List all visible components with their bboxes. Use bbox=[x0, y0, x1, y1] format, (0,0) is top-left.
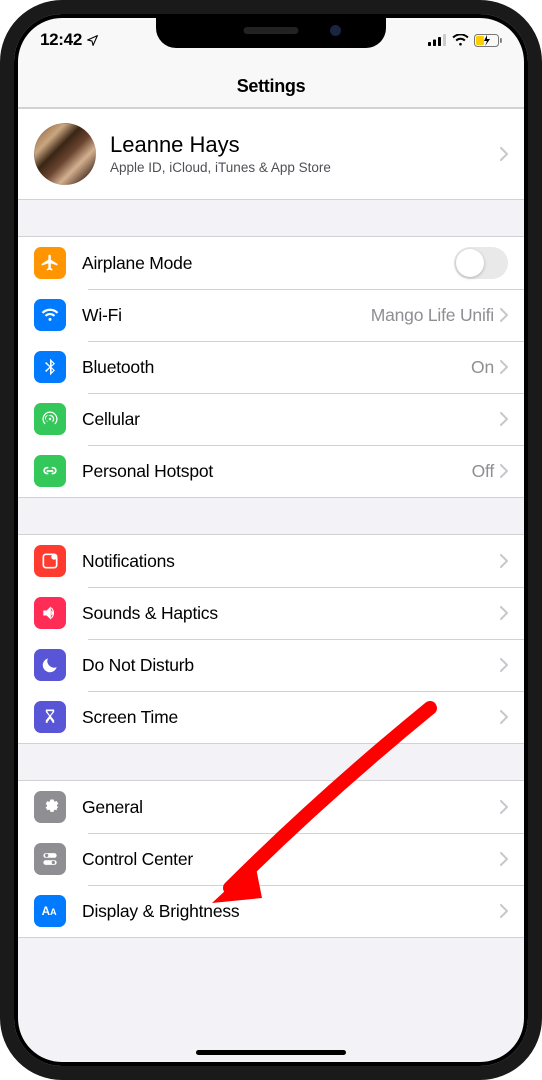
chevron-right-icon bbox=[500, 464, 508, 478]
dnd-label: Do Not Disturb bbox=[82, 655, 500, 676]
screentime-label: Screen Time bbox=[82, 707, 500, 728]
display-label: Display & Brightness bbox=[82, 901, 500, 922]
section-gap bbox=[18, 498, 524, 534]
volume-down-button bbox=[0, 320, 2, 395]
sounds-label: Sounds & Haptics bbox=[82, 603, 500, 624]
bluetooth-label: Bluetooth bbox=[82, 357, 471, 378]
hotspot-value: Off bbox=[472, 461, 494, 482]
sounds-icon bbox=[34, 597, 66, 629]
screen: 12:42 Settings Leanne Hays Apple ID, iCl… bbox=[18, 18, 524, 1062]
chevron-right-icon bbox=[500, 606, 508, 620]
airplane-icon bbox=[34, 247, 66, 279]
dnd-row[interactable]: Do Not Disturb bbox=[18, 639, 524, 691]
chevron-right-icon bbox=[500, 147, 508, 161]
notifications-group: Notifications Sounds & Haptics Do Not Di… bbox=[18, 534, 524, 744]
chevron-right-icon bbox=[500, 412, 508, 426]
hotspot-row[interactable]: Personal Hotspot Off bbox=[18, 445, 524, 497]
connectivity-group: Airplane Mode Wi-Fi Mango Life Unifi Blu… bbox=[18, 236, 524, 498]
chevron-right-icon bbox=[500, 852, 508, 866]
wifi-settings-icon bbox=[34, 299, 66, 331]
notch bbox=[156, 14, 386, 48]
general-label: General bbox=[82, 797, 500, 818]
notifications-label: Notifications bbox=[82, 551, 500, 572]
chevron-right-icon bbox=[500, 658, 508, 672]
chevron-right-icon bbox=[500, 904, 508, 918]
screentime-row[interactable]: Screen Time bbox=[18, 691, 524, 743]
hourglass-icon bbox=[34, 701, 66, 733]
bluetooth-icon bbox=[34, 351, 66, 383]
cellular-label: Cellular bbox=[82, 409, 500, 430]
general-row[interactable]: General bbox=[18, 781, 524, 833]
airplane-mode-row[interactable]: Airplane Mode bbox=[18, 237, 524, 289]
nav-header: Settings bbox=[18, 62, 524, 108]
wifi-value: Mango Life Unifi bbox=[371, 305, 494, 326]
silence-switch bbox=[0, 150, 2, 190]
cellular-icon bbox=[34, 403, 66, 435]
gear-icon bbox=[34, 791, 66, 823]
volume-up-button bbox=[0, 225, 2, 300]
page-title: Settings bbox=[18, 76, 524, 97]
account-group: Leanne Hays Apple ID, iCloud, iTunes & A… bbox=[18, 108, 524, 200]
account-name: Leanne Hays bbox=[110, 133, 500, 157]
display-row[interactable]: AA Display & Brightness bbox=[18, 885, 524, 937]
display-icon: AA bbox=[34, 895, 66, 927]
status-time: 12:42 bbox=[40, 30, 82, 50]
hotspot-label: Personal Hotspot bbox=[82, 461, 472, 482]
account-subtitle: Apple ID, iCloud, iTunes & App Store bbox=[110, 160, 500, 175]
hotspot-icon bbox=[34, 455, 66, 487]
sounds-row[interactable]: Sounds & Haptics bbox=[18, 587, 524, 639]
sliders-icon bbox=[34, 843, 66, 875]
section-gap bbox=[18, 200, 524, 236]
general-group: General Control Center AA Display & Brig… bbox=[18, 780, 524, 938]
notifications-row[interactable]: Notifications bbox=[18, 535, 524, 587]
chevron-right-icon bbox=[500, 308, 508, 322]
apple-id-row[interactable]: Leanne Hays Apple ID, iCloud, iTunes & A… bbox=[18, 109, 524, 199]
cellular-signal-icon bbox=[428, 34, 447, 46]
bluetooth-row[interactable]: Bluetooth On bbox=[18, 341, 524, 393]
speaker-grille bbox=[244, 27, 299, 34]
chevron-right-icon bbox=[500, 554, 508, 568]
chevron-right-icon bbox=[500, 800, 508, 814]
front-camera bbox=[330, 25, 341, 36]
airplane-label: Airplane Mode bbox=[82, 253, 454, 274]
wifi-icon bbox=[452, 34, 469, 46]
battery-icon bbox=[474, 34, 502, 47]
account-text: Leanne Hays Apple ID, iCloud, iTunes & A… bbox=[110, 133, 500, 174]
bluetooth-value: On bbox=[471, 357, 494, 378]
airplane-toggle[interactable] bbox=[454, 247, 508, 279]
control-center-row[interactable]: Control Center bbox=[18, 833, 524, 885]
home-indicator[interactable] bbox=[196, 1050, 346, 1055]
wifi-label: Wi-Fi bbox=[82, 305, 371, 326]
avatar bbox=[34, 123, 96, 185]
notifications-icon bbox=[34, 545, 66, 577]
wifi-row[interactable]: Wi-Fi Mango Life Unifi bbox=[18, 289, 524, 341]
control-center-label: Control Center bbox=[82, 849, 500, 870]
section-gap bbox=[18, 744, 524, 780]
cellular-row[interactable]: Cellular bbox=[18, 393, 524, 445]
moon-icon bbox=[34, 649, 66, 681]
status-indicators bbox=[428, 34, 502, 47]
status-time-area: 12:42 bbox=[40, 30, 99, 50]
chevron-right-icon bbox=[500, 710, 508, 724]
svg-text:A: A bbox=[50, 907, 57, 917]
location-arrow-icon bbox=[86, 34, 99, 47]
chevron-right-icon bbox=[500, 360, 508, 374]
